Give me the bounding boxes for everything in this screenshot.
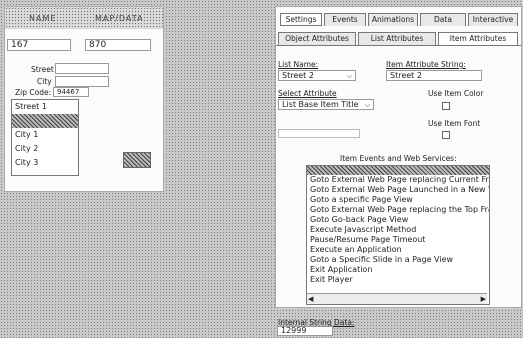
use-item-color-label: Use Item Color <box>428 89 484 98</box>
street-city-dropdown-list[interactable]: Street 1 City 1 City 2 City 3 <box>11 99 79 176</box>
tab-object-attributes[interactable]: Object Attributes <box>278 32 356 45</box>
properties-panel: Settings Events Animations Data Interact… <box>275 6 522 327</box>
list-item[interactable]: Execute Javascript Method <box>307 225 489 235</box>
list-item[interactable]: Execute an Application <box>307 245 489 255</box>
list-item[interactable]: City 2 <box>12 142 78 156</box>
list-name-value: Street 2 <box>282 71 314 80</box>
scroll-right-icon[interactable]: ▶ <box>481 294 486 304</box>
list-item[interactable]: Goto External Web Page Launched in a New… <box>307 185 489 195</box>
select-attribute-value: List Base Item Title <box>282 100 359 109</box>
item-events-listbox[interactable]: Goto External Web Page replacing Current… <box>306 165 490 305</box>
horizontal-scrollbar[interactable]: ◀ ▶ <box>307 293 487 304</box>
tab-events[interactable]: Events <box>324 13 366 26</box>
address-form-panel: NAME MAP/DATA 167 870 Street City Zip Co… <box>4 6 164 192</box>
tab-item-attributes[interactable]: Item Attributes <box>438 32 518 45</box>
list-item[interactable]: Street 1 <box>12 100 78 114</box>
list-name-label: List Name: <box>278 60 319 69</box>
list-item[interactable]: Goto a Specific Slide in a Page View <box>307 255 489 265</box>
header-name-label: NAME <box>29 14 57 23</box>
city-input[interactable] <box>55 76 109 87</box>
tab-list-attributes[interactable]: List Attributes <box>358 32 436 45</box>
chevron-down-icon[interactable]: ⌵ <box>363 100 372 109</box>
use-item-font-label: Use Item Font <box>428 119 481 128</box>
zip-input[interactable]: 94467 <box>53 87 89 97</box>
list-item[interactable]: Goto External Web Page replacing the Top… <box>307 205 489 215</box>
city-label: City <box>37 77 52 86</box>
tab-settings[interactable]: Settings <box>280 13 322 26</box>
disabled-input <box>278 129 360 138</box>
list-item[interactable]: Exit Application <box>307 265 489 275</box>
tab-animations[interactable]: Animations <box>368 13 418 26</box>
internal-string-input[interactable]: 12999 <box>277 326 333 336</box>
item-attribute-string-label: Item Attribute String: <box>386 60 466 69</box>
use-item-color-checkbox[interactable] <box>442 102 450 110</box>
tab-data[interactable]: Data <box>420 13 466 26</box>
list-item[interactable]: Goto Go-back Page View <box>307 215 489 225</box>
zip-label: Zip Code: <box>15 88 52 97</box>
chevron-down-icon[interactable]: ⌵ <box>345 71 354 80</box>
form-action-button[interactable] <box>123 152 151 168</box>
field-two[interactable]: 870 <box>85 39 151 51</box>
list-item-selected[interactable] <box>307 166 489 175</box>
list-item[interactable]: City 1 <box>12 128 78 142</box>
select-attribute-dropdown[interactable]: List Base Item Title ⌵ <box>278 99 374 110</box>
use-item-font-checkbox[interactable] <box>442 131 450 139</box>
field-one[interactable]: 167 <box>7 39 71 51</box>
tab-divider <box>276 45 521 46</box>
list-item[interactable]: Goto a specific Page View <box>307 195 489 205</box>
item-attribute-string-input[interactable]: Street 2 <box>386 70 482 81</box>
header-map-label: MAP/DATA <box>95 14 144 23</box>
list-item[interactable]: Exit Player <box>307 275 489 285</box>
list-item[interactable]: City 3 <box>12 156 78 170</box>
tab-interactive[interactable]: Interactive <box>468 13 518 26</box>
item-events-label: Item Events and Web Services: <box>340 154 457 163</box>
list-item-selected[interactable] <box>12 114 78 128</box>
list-name-select[interactable]: Street 2 ⌵ <box>278 70 356 81</box>
street-label: Street <box>31 65 54 74</box>
list-item[interactable]: Goto External Web Page replacing Current… <box>307 175 489 185</box>
list-item[interactable]: Pause/Resume Page Timeout <box>307 235 489 245</box>
street-input[interactable] <box>55 63 109 74</box>
scroll-left-icon[interactable]: ◀ <box>308 294 313 304</box>
select-attribute-label: Select Attribute <box>278 89 337 98</box>
